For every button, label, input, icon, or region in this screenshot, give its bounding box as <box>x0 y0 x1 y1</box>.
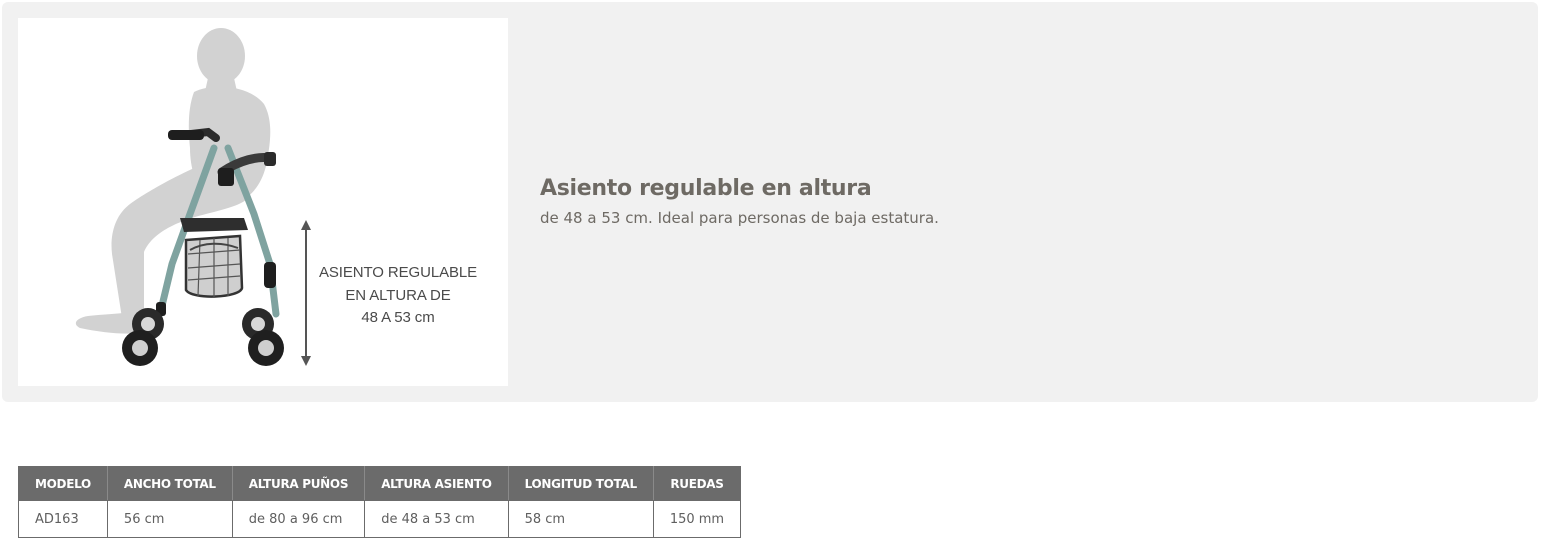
image-caption: ASIENTO REGULABLE EN ALTURA DE 48 A 53 c… <box>308 262 488 330</box>
table-cell-altura-asiento: de 48 a 53 cm <box>364 500 509 538</box>
specs-table: MODELO ANCHO TOTAL ALTURA PUÑOS ALTURA A… <box>18 466 742 538</box>
table-cell-modelo: AD163 <box>18 500 108 538</box>
product-image: ASIENTO REGULABLE EN ALTURA DE 48 A 53 c… <box>18 18 508 386</box>
table-cell-ancho-total: 56 cm <box>106 500 233 538</box>
column-header-modelo: MODELO <box>18 466 108 501</box>
table-row: AD163 56 cm de 80 a 96 cm de 48 a 53 cm … <box>18 500 742 538</box>
feature-card: ASIENTO REGULABLE EN ALTURA DE 48 A 53 c… <box>2 2 1538 402</box>
column-header-longitud-total: LONGITUD TOTAL <box>507 466 654 501</box>
feature-title: Asiento regulable en altura <box>540 176 872 201</box>
table-cell-ruedas: 150 mm <box>652 500 742 538</box>
image-caption-line: 48 A 53 cm <box>361 309 435 326</box>
feature-description: de 48 a 53 cm. Ideal para personas de ba… <box>540 209 939 227</box>
column-header-altura-asiento: ALTURA ASIENTO <box>364 466 509 501</box>
table-cell-longitud-total: 58 cm <box>507 500 654 538</box>
image-caption-line: EN ALTURA DE <box>345 286 451 304</box>
rollator-illustration <box>75 28 311 366</box>
column-header-altura-punos: ALTURA PUÑOS <box>231 466 366 501</box>
table-header-row: MODELO ANCHO TOTAL ALTURA PUÑOS ALTURA A… <box>18 466 742 501</box>
feature-text: Asiento regulable en altura de 48 a 53 c… <box>540 174 1440 228</box>
table-cell-altura-punos: de 80 a 96 cm <box>231 500 366 538</box>
column-header-ancho-total: ANCHO TOTAL <box>106 466 233 501</box>
column-header-ruedas: RUEDAS <box>652 466 742 501</box>
image-caption-line: ASIENTO REGULABLE <box>318 264 478 281</box>
